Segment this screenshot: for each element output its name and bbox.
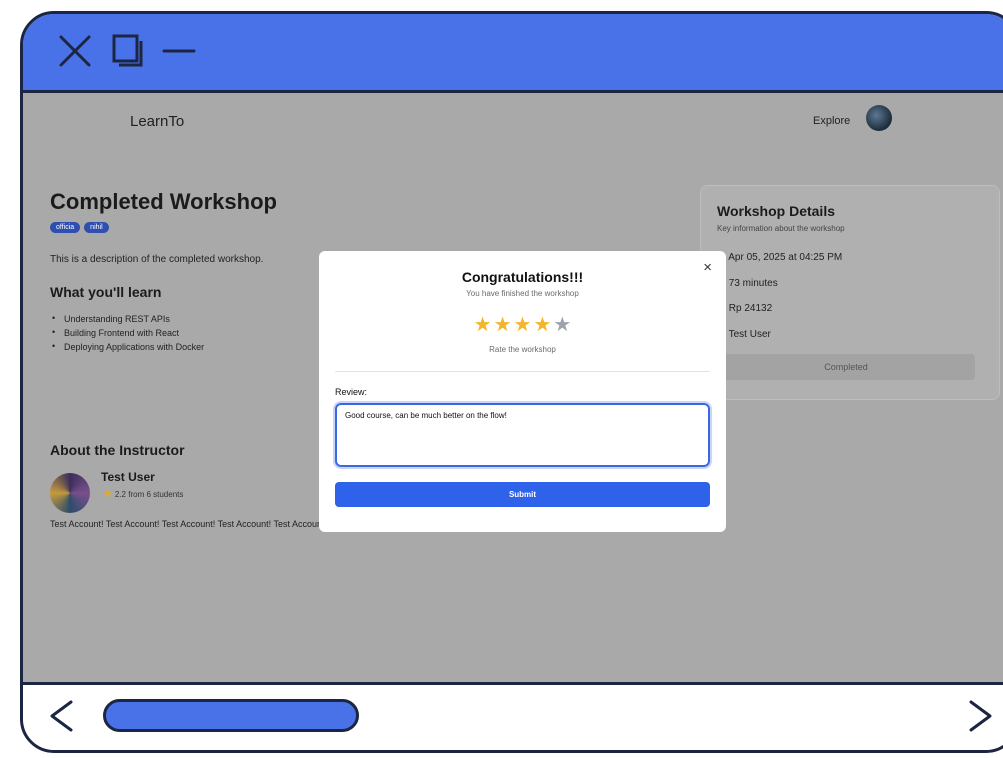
browser-window: LearnTo Explore Completed Workshop offic… — [20, 11, 1003, 753]
review-label: Review: — [335, 387, 368, 397]
brand-logo[interactable]: LearnTo — [130, 113, 184, 130]
detail-duration: ) 73 minutes — [717, 278, 778, 289]
list-item: Building Frontend with React — [50, 327, 204, 338]
star-icon[interactable]: ★ — [553, 314, 571, 336]
completion-modal: × Congratulations!!! You have finished t… — [319, 251, 726, 532]
close-icon[interactable] — [57, 33, 93, 69]
maximize-icon[interactable] — [111, 33, 145, 69]
review-textarea[interactable]: Good course, can be much better on the f… — [335, 403, 710, 467]
rating-suffix: from 6 students — [128, 490, 184, 499]
detail-date: ) Apr 05, 2025 at 04:25 PM — [717, 252, 842, 263]
instructor-rating: ★ 2.2 from 6 students — [103, 487, 183, 500]
learn-heading: What you'll learn — [50, 284, 162, 300]
submit-button[interactable]: Submit — [335, 482, 710, 507]
workshop-description: This is a description of the completed w… — [50, 254, 264, 265]
star-icon[interactable]: ★ — [474, 314, 492, 336]
detail-date-value: Apr 05, 2025 at 04:25 PM — [728, 252, 843, 263]
back-arrow-icon[interactable] — [47, 697, 77, 735]
detail-duration-value: 73 minutes — [728, 278, 778, 289]
tag: officia — [50, 222, 81, 233]
star-icon: ★ — [103, 488, 113, 500]
star-rating[interactable]: ★ ★ ★ ★ ★ — [319, 312, 726, 337]
divider — [335, 371, 710, 372]
forward-arrow-icon[interactable] — [965, 697, 995, 735]
detail-price-value: Rp 24132 — [728, 303, 773, 314]
list-item: Deploying Applications with Docker — [50, 341, 204, 352]
explore-link[interactable]: Explore — [813, 115, 850, 127]
modal-title: Congratulations!!! — [461, 269, 584, 285]
star-icon[interactable]: ★ — [494, 314, 512, 336]
status-badge: Completed — [717, 354, 975, 380]
list-item: Understanding REST APIs — [50, 313, 204, 324]
instructor-heading: About the Instructor — [50, 442, 185, 458]
details-subtitle: Key information about the workshop — [717, 224, 845, 233]
learn-list: Understanding REST APIs Building Fronten… — [50, 313, 204, 356]
instructor-avatar — [50, 473, 90, 513]
page-title: Completed Workshop — [50, 189, 277, 214]
workshop-details-card: Workshop Details Key information about t… — [700, 185, 1000, 400]
rating-value: 2.2 — [114, 490, 126, 499]
address-bar[interactable] — [103, 699, 359, 732]
bottom-bar — [23, 682, 1003, 750]
page-content: LearnTo Explore Completed Workshop offic… — [23, 93, 1003, 682]
tag-list: officia nihil — [50, 222, 109, 233]
instructor-name: Test User — [101, 470, 155, 484]
star-icon[interactable]: ★ — [533, 314, 551, 336]
details-title: Workshop Details — [717, 203, 835, 219]
detail-host-value: Test User — [728, 329, 771, 340]
rate-label: Rate the workshop — [489, 345, 556, 354]
title-bar — [23, 14, 1003, 93]
minimize-icon[interactable] — [161, 33, 197, 69]
tag: nihil — [84, 222, 109, 233]
modal-subtitle: You have finished the workshop — [466, 289, 579, 298]
user-avatar[interactable] — [866, 105, 892, 131]
star-icon[interactable]: ★ — [514, 314, 532, 336]
instructor-bio: Test Account! Test Account! Test Account… — [50, 519, 328, 529]
